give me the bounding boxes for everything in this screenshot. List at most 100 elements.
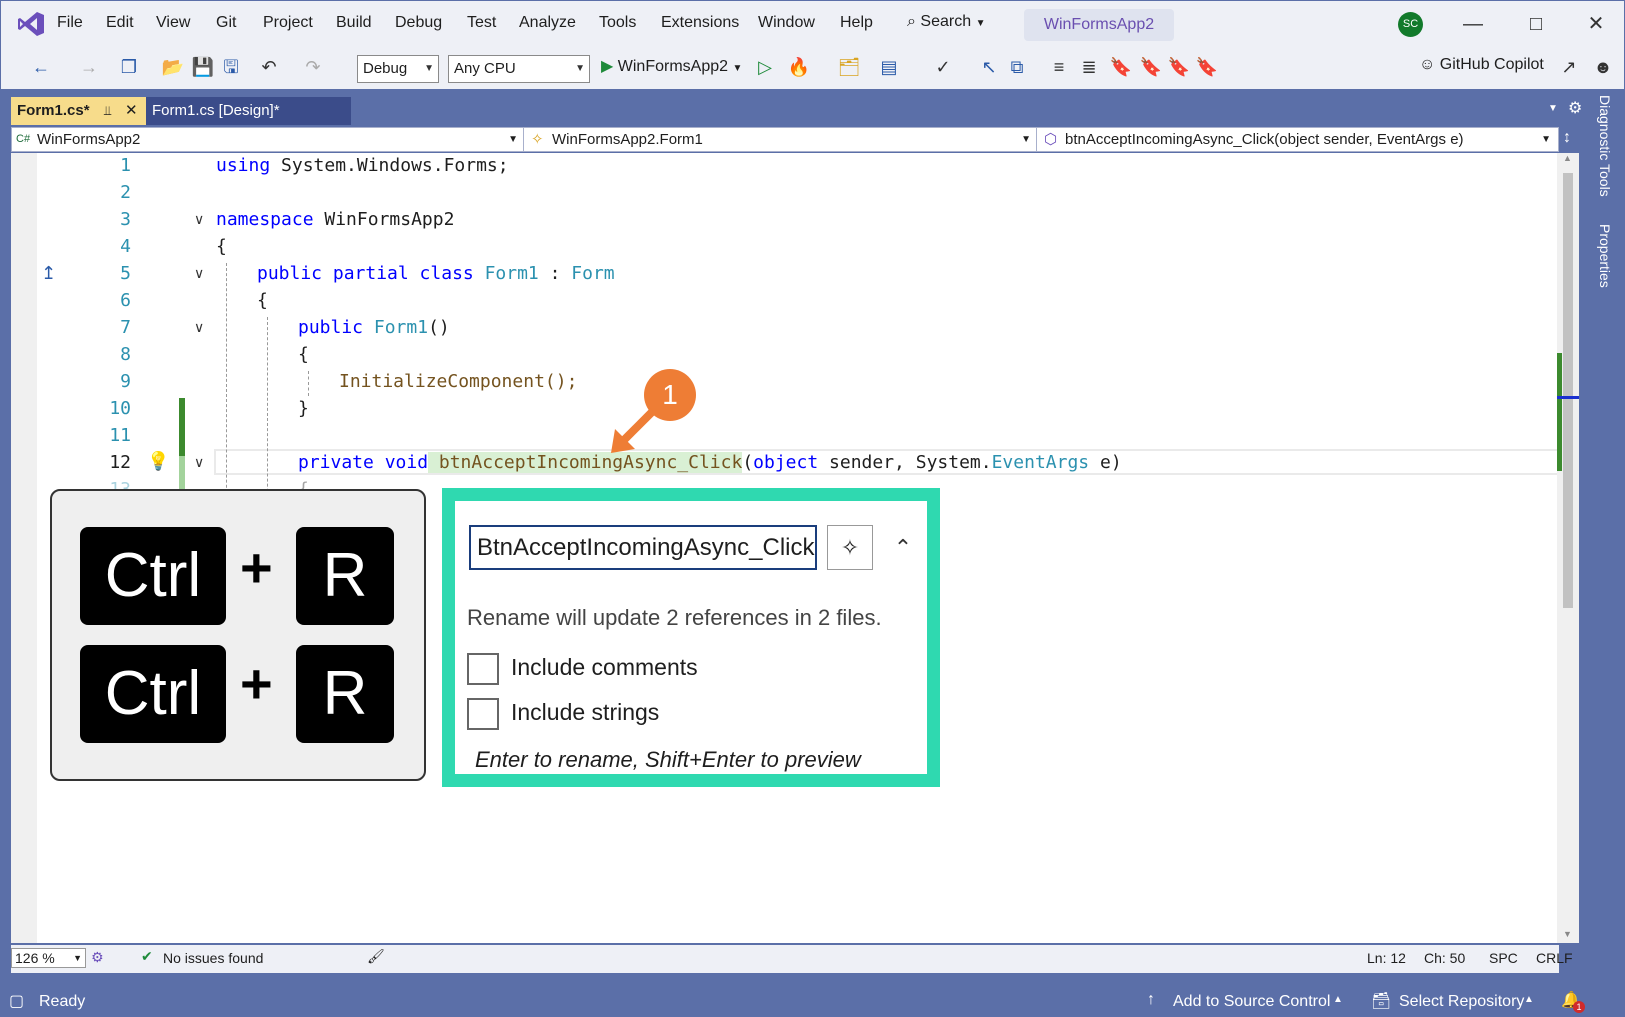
tab-form1-cs[interactable]: Form1.cs* ⫫ ✕ bbox=[11, 97, 146, 125]
copilot-suggest-button[interactable]: ✧ bbox=[827, 525, 873, 570]
line-number: 9 bbox=[120, 371, 131, 392]
include-comments-checkbox[interactable] bbox=[467, 653, 499, 685]
close-icon[interactable]: ✕ bbox=[125, 97, 138, 125]
menu-debug[interactable]: Debug bbox=[395, 14, 442, 32]
hot-reload-icon[interactable]: 🔥 bbox=[787, 55, 811, 79]
rename-target[interactable]: btnAcceptIncomingAsync_Click bbox=[428, 452, 743, 473]
solution-explorer-icon[interactable]: 🗂 bbox=[837, 55, 861, 79]
sparkle-icon: ✧ bbox=[840, 535, 860, 560]
member-dropdown[interactable]: ⬡ btnAcceptIncomingAsync_Click(object se… bbox=[1040, 128, 1556, 151]
select-icon[interactable]: ↖ bbox=[977, 55, 1001, 79]
zoom-select[interactable]: 126 % ▼ bbox=[11, 948, 86, 968]
scrollbar-thumb[interactable] bbox=[1563, 173, 1573, 608]
type-dropdown[interactable]: ✧ WinFormsApp2.Form1 ▼ bbox=[527, 128, 1037, 151]
pin-icon[interactable]: ⫫ bbox=[104, 97, 111, 125]
include-strings-option[interactable]: Include strings bbox=[467, 698, 659, 730]
next-bookmark-icon[interactable]: 🔖 bbox=[1167, 55, 1191, 79]
r-key: R bbox=[296, 527, 394, 625]
spell-check-icon[interactable]: ✓ bbox=[931, 55, 955, 79]
comment-icon[interactable]: ≡ bbox=[1047, 55, 1071, 79]
chevron-up-icon: ⌃ bbox=[893, 535, 913, 560]
scroll-down-icon[interactable]: ▼ bbox=[1563, 929, 1572, 939]
fold-chevron-icon[interactable]: ∨ bbox=[194, 454, 204, 471]
menu-window[interactable]: Window bbox=[758, 14, 815, 32]
search-button[interactable]: ⌕ Search ▼ bbox=[907, 13, 985, 31]
tool-window-strip: Diagnostic Tools Properties bbox=[1589, 89, 1625, 985]
code-text: () bbox=[428, 317, 450, 338]
compare-icon[interactable]: ⧉ bbox=[1005, 55, 1029, 79]
forward-icon[interactable]: → bbox=[77, 55, 101, 79]
play-icon: ▶ bbox=[601, 58, 614, 75]
menu-git[interactable]: Git bbox=[216, 14, 236, 32]
start-without-debugging-icon[interactable]: ▷ bbox=[753, 55, 777, 79]
include-strings-checkbox[interactable] bbox=[467, 698, 499, 730]
menu-build[interactable]: Build bbox=[336, 14, 372, 32]
menu-test[interactable]: Test bbox=[467, 14, 496, 32]
menu-project[interactable]: Project bbox=[263, 14, 313, 32]
include-comments-option[interactable]: Include comments bbox=[467, 653, 698, 685]
output-icon[interactable]: ▢ bbox=[9, 991, 24, 1011]
gear-icon[interactable]: ⚙ bbox=[1568, 98, 1582, 118]
menu-view[interactable]: View bbox=[156, 14, 190, 32]
platform-select[interactable]: Any CPU ▼ bbox=[448, 55, 590, 83]
add-to-source-control-button[interactable]: Add to Source Control bbox=[1173, 993, 1330, 1011]
line-indicator[interactable]: Ln: 12 bbox=[1367, 950, 1406, 966]
save-all-icon[interactable]: 🖫 bbox=[219, 55, 243, 79]
scroll-up-icon[interactable]: ▲ bbox=[1563, 153, 1572, 163]
open-folder-icon[interactable]: 📂 bbox=[161, 55, 185, 79]
select-repository-button[interactable]: Select Repository bbox=[1399, 993, 1524, 1011]
feedback-icon[interactable]: ☻ bbox=[1591, 55, 1615, 79]
chevron-down-icon: ▼ bbox=[575, 63, 585, 74]
fold-chevron-icon[interactable]: ∨ bbox=[194, 319, 204, 336]
uncomment-icon[interactable]: ≣ bbox=[1077, 55, 1101, 79]
prev-bookmark-icon[interactable]: 🔖 bbox=[1139, 55, 1163, 79]
save-icon[interactable]: 💾 bbox=[191, 55, 215, 79]
fold-chevron-icon[interactable]: ∨ bbox=[194, 265, 204, 282]
undo-icon[interactable]: ↶ bbox=[257, 55, 281, 79]
member-value: btnAcceptIncomingAsync_Click(object send… bbox=[1065, 131, 1464, 148]
avatar[interactable]: SC bbox=[1398, 12, 1423, 37]
diagnostic-tools-tab[interactable]: Diagnostic Tools bbox=[1597, 95, 1613, 197]
menu-analyze[interactable]: Analyze bbox=[519, 14, 576, 32]
split-window-icon[interactable]: ↕ bbox=[1563, 129, 1571, 147]
rename-input[interactable]: BtnAcceptIncomingAsync_Click bbox=[469, 525, 817, 570]
column-indicator[interactable]: Ch: 50 bbox=[1424, 950, 1465, 966]
code-cleanup-icon[interactable]: 🖌 bbox=[367, 948, 385, 965]
code-lens-icon[interactable]: ↥ bbox=[41, 263, 56, 284]
properties-tab[interactable]: Properties bbox=[1597, 224, 1613, 288]
chevron-up-icon: ▲ bbox=[1333, 994, 1343, 1005]
callout-arrow-icon bbox=[611, 408, 656, 453]
collapse-button[interactable]: ⌃ bbox=[883, 525, 923, 570]
configuration-select[interactable]: Debug ▼ bbox=[357, 55, 439, 83]
menu-file[interactable]: File bbox=[57, 14, 83, 32]
search-icon: ⌕ bbox=[907, 13, 916, 30]
maximize-button[interactable]: □ bbox=[1521, 9, 1551, 39]
new-project-icon[interactable]: ❐ bbox=[117, 55, 141, 79]
issues-status[interactable]: No issues found bbox=[163, 950, 263, 966]
tab-list-chevron-icon[interactable]: ▼ bbox=[1548, 103, 1558, 114]
tab-form1-design[interactable]: Form1.cs [Design]* bbox=[146, 97, 351, 125]
lightbulb-icon[interactable]: 💡 bbox=[147, 451, 169, 472]
bookmark-icon[interactable]: 🔖 bbox=[1109, 55, 1133, 79]
redo-icon[interactable]: ↷ bbox=[301, 55, 325, 79]
layout-icon[interactable]: ▤ bbox=[877, 55, 901, 79]
menu-help[interactable]: Help bbox=[840, 14, 873, 32]
minimize-button[interactable]: — bbox=[1458, 9, 1488, 39]
clear-bookmarks-icon[interactable]: 🔖 bbox=[1195, 55, 1219, 79]
menu-edit[interactable]: Edit bbox=[106, 14, 134, 32]
fold-chevron-icon[interactable]: ∨ bbox=[194, 211, 204, 228]
close-button[interactable]: ✕ bbox=[1581, 9, 1611, 39]
start-debugging-button[interactable]: ▶ WinFormsApp2 ▼ bbox=[601, 56, 742, 76]
configuration-value: Debug bbox=[363, 60, 408, 77]
back-icon[interactable]: ← bbox=[29, 55, 53, 79]
project-dropdown[interactable]: C# WinFormsApp2 ▼ bbox=[12, 128, 524, 151]
whitespace-indicator[interactable]: SPC bbox=[1489, 950, 1518, 966]
line-ending-indicator[interactable]: CRLF bbox=[1536, 950, 1573, 966]
line-number: 4 bbox=[120, 236, 131, 257]
github-copilot-button[interactable]: ☺ GitHub Copilot bbox=[1419, 56, 1544, 74]
share-icon[interactable]: ↗ bbox=[1557, 55, 1581, 79]
menu-extensions[interactable]: Extensions bbox=[661, 14, 739, 32]
intellicode-icon[interactable]: ⚙ bbox=[91, 949, 104, 966]
vertical-scrollbar[interactable]: ▲ ▼ bbox=[1557, 153, 1579, 943]
menu-tools[interactable]: Tools bbox=[599, 14, 636, 32]
